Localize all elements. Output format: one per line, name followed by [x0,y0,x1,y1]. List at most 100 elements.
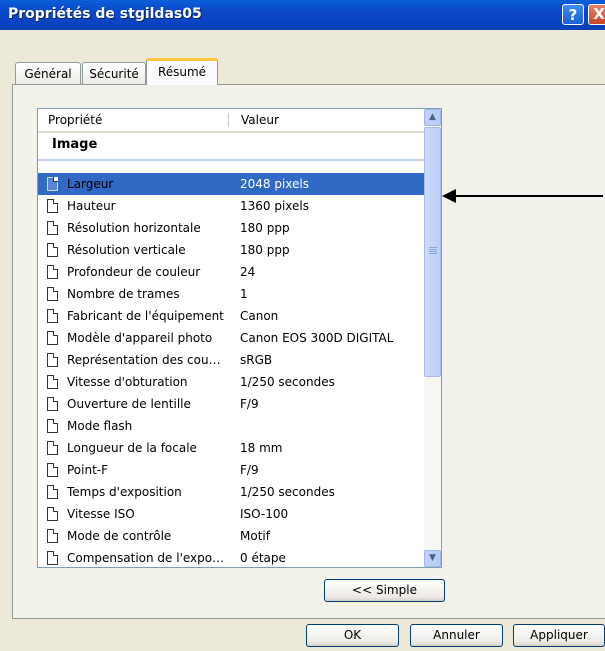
property-name: Point-F [67,463,109,477]
document-icon [47,199,58,213]
property-value: 180 ppp [240,243,290,257]
document-icon [47,463,58,477]
scroll-up-button[interactable]: ▲ [424,109,441,126]
table-row[interactable]: Vitesse ISO ISO-100 [38,503,424,525]
property-name: Compensation de l'expo… [67,551,225,565]
scrollbar-thumb[interactable] [424,127,441,377]
group-label: Image [52,137,98,152]
property-name: Mode de contrôle [67,529,172,543]
document-icon [47,331,58,345]
property-name: Vitesse ISO [67,507,135,521]
group-divider [38,159,424,161]
property-name: Ouverture de lentille [67,397,191,411]
table-row[interactable]: Longueur de la focale 18 mm [38,437,424,459]
property-name: Longueur de la focale [67,441,197,455]
table-row[interactable]: Résolution horizontale 180 ppp [38,217,424,239]
document-icon [47,177,58,191]
table-row[interactable]: Point-F F/9 [38,459,424,481]
property-value: 1/250 secondes [240,485,335,499]
document-icon [47,243,58,257]
property-value: Canon [240,309,279,323]
property-value: 0 étape [240,551,286,565]
table-row[interactable]: Mode de contrôle Motif [38,525,424,547]
table-row[interactable]: Compensation de l'expo… 0 étape [38,547,424,567]
property-name: Fabricant de l'équipement [67,309,224,323]
document-icon [47,551,58,565]
property-value: sRGB [240,353,273,367]
document-icon [47,353,58,367]
property-name: Mode flash [67,419,133,433]
grip-line [429,249,437,250]
arrow-left-icon [442,189,456,203]
column-divider[interactable] [228,113,229,127]
document-icon [47,507,58,521]
property-value: Canon EOS 300D DIGITAL [240,331,394,345]
document-icon [47,419,58,433]
table-row[interactable]: Représentation des cou… sRGB [38,349,424,371]
property-value: 1/250 secondes [240,375,335,389]
document-icon [47,287,58,301]
table-row[interactable]: Temps d'exposition 1/250 secondes [38,481,424,503]
grip-line [429,251,437,252]
table-row[interactable]: Mode flash [38,415,424,437]
table-row[interactable]: Largeur 2048 pixels [38,173,424,195]
property-name: Profondeur de couleur [67,265,201,279]
property-name: Modèle d'appareil photo [67,331,213,345]
table-row[interactable]: Profondeur de couleur 24 [38,261,424,283]
document-icon [47,221,58,235]
property-name: Hauteur [67,199,116,213]
property-name: Représentation des cou… [67,353,221,367]
property-value: 180 ppp [240,221,290,235]
tab-general[interactable]: Général [15,62,81,84]
table-row[interactable]: Résolution verticale 180 ppp [38,239,424,261]
property-value: F/9 [240,397,259,411]
document-icon [47,397,58,411]
table-row[interactable]: Ouverture de lentille F/9 [38,393,424,415]
title-bar[interactable]: Propriétés de stgildas05 ? X [0,0,605,30]
property-value: 1360 pixels [240,199,310,213]
scroll-down-button[interactable]: ▼ [424,550,441,567]
table-row[interactable]: Modèle d'appareil photo Canon EOS 300D DI… [38,327,424,349]
help-icon[interactable]: ? [562,4,584,25]
table-row[interactable]: Hauteur 1360 pixels [38,195,424,217]
property-name: Résolution horizontale [67,221,201,235]
cancel-button[interactable]: Annuler [410,624,503,647]
tab-security[interactable]: Sécurité [82,62,146,84]
property-name: Largeur [67,177,114,191]
table-row[interactable]: Nombre de trames 1 [38,283,424,305]
property-value: 2048 pixels [240,177,310,191]
property-value: 18 mm [240,441,283,455]
grip-line [429,253,437,254]
document-icon [47,309,58,323]
column-header-property[interactable]: Propriété [38,109,228,131]
close-icon[interactable]: X [588,4,605,25]
document-icon [47,265,58,279]
property-name: Résolution verticale [67,243,186,257]
window-title: Propriétés de stgildas05 [8,6,202,22]
property-value: 24 [240,265,256,279]
annotation-arrow-line [453,195,603,197]
grip-line [429,247,437,248]
group-header: Image [38,133,424,161]
property-value: Motif [240,529,270,543]
document-icon [47,529,58,543]
property-value: ISO-100 [240,507,289,521]
property-value: F/9 [240,463,259,477]
apply-button[interactable]: Appliquer [513,624,605,647]
column-header-value[interactable]: Valeur [231,109,421,131]
list-header: Propriété Valeur [38,109,424,133]
vertical-scrollbar[interactable]: ▲ ▼ [424,109,441,567]
property-name: Temps d'exposition [67,485,182,499]
table-row[interactable]: Vitesse d'obturation 1/250 secondes [38,371,424,393]
property-name: Nombre de trames [67,287,180,301]
document-icon [47,375,58,389]
ok-button[interactable]: OK [306,624,399,647]
simple-button[interactable]: << Simple [324,579,445,602]
properties-list[interactable]: Propriété Valeur Image Largeur 2048 pixel… [37,108,442,568]
property-value: 1 [240,287,248,301]
tab-summary[interactable]: Résumé [146,58,218,85]
chevron-down-icon: ▼ [429,553,436,563]
table-row[interactable]: Fabricant de l'équipement Canon [38,305,424,327]
document-icon [47,441,58,455]
document-icon [47,485,58,499]
